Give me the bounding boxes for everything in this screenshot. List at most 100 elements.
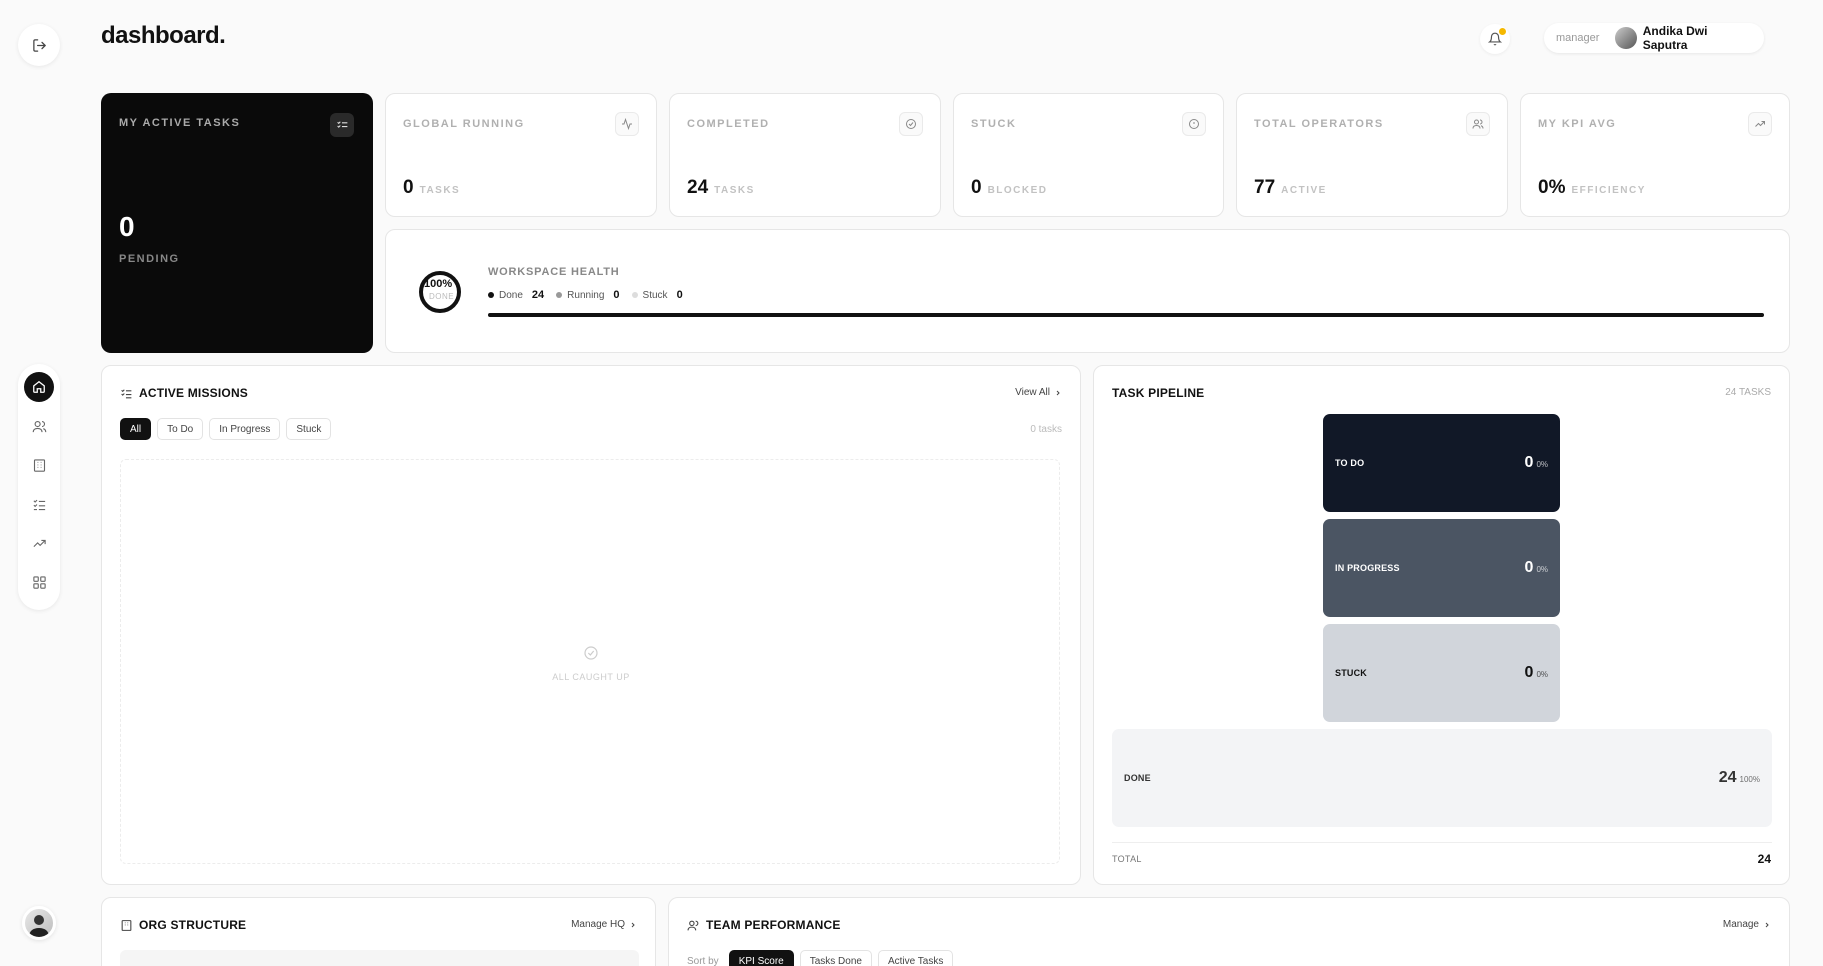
- sort-kpi-score[interactable]: KPI Score: [728, 950, 794, 966]
- users-icon: [687, 920, 699, 930]
- workspace-health-card: 100% DONE WORKSPACE HEALTH Done 24 Runni…: [385, 229, 1790, 353]
- stage-pct: 0%: [1536, 460, 1548, 469]
- stage-to-do[interactable]: TO DO 0 0%: [1323, 414, 1560, 512]
- card-value: 0: [119, 211, 135, 242]
- missions-title: ACTIVE MISSIONS: [139, 386, 249, 400]
- stat-card-total-operators[interactable]: TOTAL OPERATORS 77 ACTIVE: [1236, 93, 1508, 217]
- team-title: TEAM PERFORMANCE: [706, 918, 841, 932]
- health-percent-sub: DONE: [429, 292, 455, 301]
- card-sub: PENDING: [119, 253, 180, 265]
- health-percent: 100%: [424, 278, 453, 290]
- stage-value-group: 0 0%: [1525, 664, 1548, 682]
- notification-dot: [1499, 28, 1506, 35]
- legend-stuck-label: Stuck: [642, 289, 668, 301]
- page-title: dashboard.: [101, 22, 226, 49]
- stage-label: TO DO: [1335, 458, 1365, 468]
- sort-label: Sort by: [687, 955, 719, 966]
- sidebar-item-apps[interactable]: [24, 567, 54, 597]
- org-structure-panel: ORG STRUCTURE Manage HQ: [101, 897, 656, 966]
- missions-count: 0 tasks: [1030, 424, 1062, 435]
- logout-button[interactable]: [18, 24, 60, 66]
- stuck-dot: [631, 292, 638, 298]
- stat-value: 24: [687, 177, 709, 198]
- pipeline-title: TASK PIPELINE: [1112, 386, 1205, 400]
- sort-tasks-done[interactable]: Tasks Done: [799, 950, 872, 966]
- legend-stuck-value: 0: [676, 289, 683, 301]
- view-all-link[interactable]: View All: [1015, 387, 1062, 398]
- legend-done: Done 24: [488, 289, 544, 301]
- notifications-button[interactable]: [1480, 24, 1510, 54]
- stat-label: GLOBAL RUNNING: [403, 118, 525, 130]
- empty-state: ALL CAUGHT UP: [120, 459, 1060, 864]
- sort-active-tasks[interactable]: Active Tasks: [877, 950, 954, 966]
- stage-pct: 0%: [1536, 670, 1548, 679]
- chevron-right-icon: [631, 922, 635, 927]
- filter-to-do[interactable]: To Do: [157, 418, 204, 440]
- trending-icon: [32, 539, 46, 547]
- chevron-right-icon: [1056, 390, 1060, 395]
- empty-state-text: ALL CAUGHT UP: [552, 672, 630, 682]
- my-active-tasks-card[interactable]: MY ACTIVE TASKS 0 PENDING: [101, 93, 373, 353]
- tasks-icon: [32, 499, 45, 510]
- manage-hq-link[interactable]: Manage HQ: [571, 919, 637, 930]
- manage-hq-label: Manage HQ: [571, 919, 625, 930]
- check-circle-icon: [584, 646, 598, 660]
- stage-stuck[interactable]: STUCK 0 0%: [1323, 624, 1560, 722]
- tasks-icon: [121, 388, 132, 398]
- stage-label: DONE: [1124, 773, 1151, 783]
- logout-icon: [32, 38, 46, 52]
- org-title: ORG STRUCTURE: [139, 918, 247, 932]
- legend-running: Running 0: [556, 289, 620, 301]
- stat-unit: ACTIVE: [1281, 185, 1327, 196]
- stat-value-group: 0% EFFICIENCY: [1538, 177, 1646, 199]
- alert-circle-icon: [1182, 112, 1206, 136]
- stat-value-group: 0 TASKS: [403, 177, 460, 199]
- sidebar-item-users[interactable]: [24, 411, 54, 441]
- check-circle-icon: [899, 112, 923, 136]
- filter-stuck[interactable]: Stuck: [286, 418, 332, 440]
- stat-value-group: 0 BLOCKED: [971, 177, 1048, 199]
- profile-avatar[interactable]: [22, 906, 56, 940]
- stat-unit: BLOCKED: [987, 185, 1048, 196]
- stat-value: 0: [403, 177, 414, 198]
- sidebar-item-home[interactable]: [24, 372, 54, 402]
- legend-done-label: Done: [499, 289, 523, 301]
- manage-team-link[interactable]: Manage: [1723, 919, 1771, 930]
- user-avatar: [1615, 27, 1637, 49]
- avatar-image: [29, 915, 49, 937]
- filter-in-progress[interactable]: In Progress: [209, 418, 281, 440]
- legend-stuck: Stuck 0: [631, 289, 683, 301]
- stat-label: STUCK: [971, 118, 1017, 130]
- filter-all[interactable]: All: [120, 418, 152, 440]
- sidebar-item-tasks[interactable]: [24, 489, 54, 519]
- sidebar-item-org[interactable]: [24, 450, 54, 480]
- health-legend: Done 24 Running 0 Stuck 0: [488, 289, 683, 301]
- stage-in-progress[interactable]: IN PROGRESS 0 0%: [1323, 519, 1560, 617]
- stat-card-global-running[interactable]: GLOBAL RUNNING 0 TASKS: [385, 93, 657, 217]
- stage-done[interactable]: DONE 24 100%: [1112, 729, 1772, 827]
- stage-value-group: 0 0%: [1525, 559, 1548, 577]
- stat-card-stuck[interactable]: STUCK 0 BLOCKED: [953, 93, 1224, 217]
- legend-running-label: Running: [567, 289, 605, 301]
- stat-label: TOTAL OPERATORS: [1254, 118, 1384, 130]
- stat-value: 77: [1254, 177, 1276, 198]
- tasks-icon: [330, 113, 354, 137]
- sidebar-item-analytics[interactable]: [24, 528, 54, 558]
- stage-value: 0: [1524, 454, 1534, 471]
- total-divider: [1112, 842, 1772, 843]
- stat-label: COMPLETED: [687, 118, 770, 130]
- trending-up-icon: [1748, 112, 1772, 136]
- grid-icon: [32, 575, 46, 589]
- total-label: TOTAL: [1112, 854, 1142, 864]
- user-menu[interactable]: manager Andika Dwi Saputra: [1544, 23, 1764, 53]
- pipeline-count: 24 TASKS: [1725, 387, 1771, 398]
- stage-pct: 100%: [1739, 775, 1760, 784]
- active-missions-panel: ACTIVE MISSIONS View All All To Do In Pr…: [101, 365, 1081, 885]
- stat-unit: EFFICIENCY: [1571, 185, 1646, 196]
- stat-card-completed[interactable]: COMPLETED 24 TASKS: [669, 93, 941, 217]
- users-icon: [32, 420, 46, 432]
- activity-icon: [615, 112, 639, 136]
- stat-card-kpi-avg[interactable]: MY KPI AVG 0% EFFICIENCY: [1520, 93, 1790, 217]
- manage-team-label: Manage: [1722, 919, 1759, 930]
- building-icon: [33, 458, 45, 472]
